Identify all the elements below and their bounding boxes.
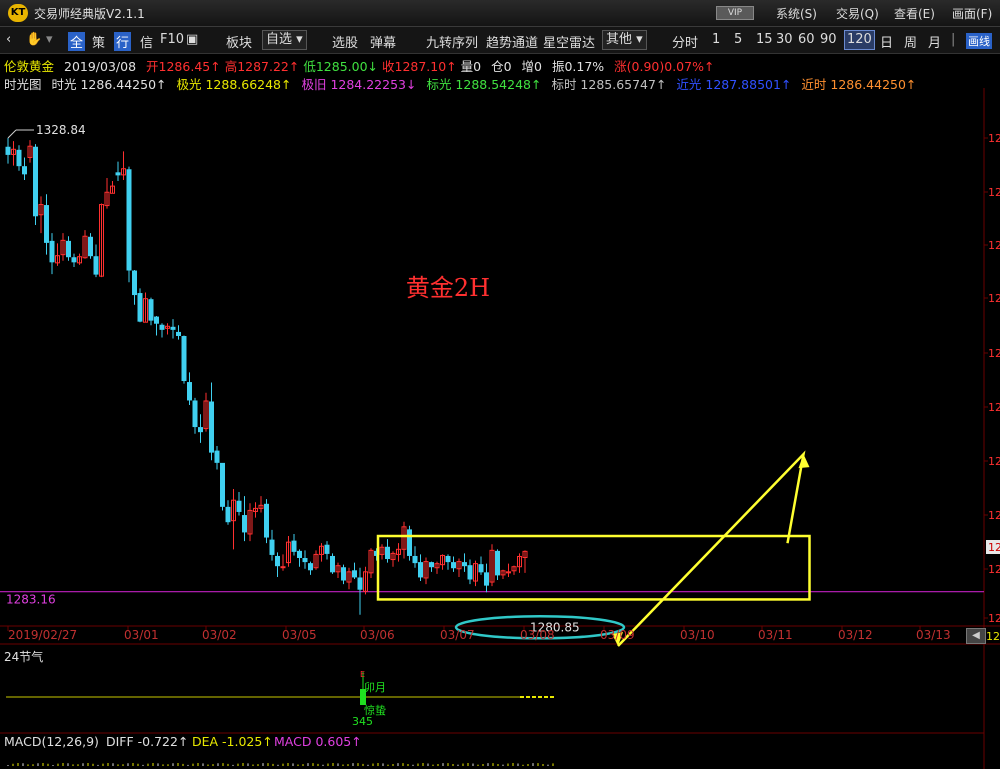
candle-body bbox=[429, 562, 434, 568]
candle-body bbox=[242, 515, 247, 533]
date-label: 03/11 bbox=[758, 628, 793, 642]
candle-body bbox=[192, 400, 198, 428]
date-label: 03/07 bbox=[440, 628, 475, 642]
candle-body bbox=[181, 336, 187, 382]
solar-dots bbox=[526, 696, 530, 698]
candle-body bbox=[115, 172, 121, 176]
date-label: 03/10 bbox=[680, 628, 715, 642]
solar-dots bbox=[544, 696, 548, 698]
candle-body bbox=[66, 240, 71, 258]
macd-diff: DIFF -0.722↑ bbox=[106, 734, 188, 749]
candle-body bbox=[220, 462, 225, 507]
candle-body bbox=[236, 500, 242, 512]
price-tick-label: 12 bbox=[988, 347, 1000, 360]
candle-body bbox=[445, 555, 451, 563]
projection-path bbox=[617, 450, 806, 647]
candle-body bbox=[302, 558, 308, 563]
price-tick-label: 12 bbox=[988, 563, 1000, 576]
candle-body bbox=[418, 562, 423, 578]
date-label: 2019/02/27 bbox=[8, 628, 77, 642]
candle-body bbox=[5, 146, 11, 155]
date-label: 03/06 bbox=[360, 628, 395, 642]
candle-body bbox=[467, 565, 473, 580]
candle-body bbox=[209, 401, 214, 453]
candle-body bbox=[357, 577, 363, 590]
candle-body bbox=[407, 529, 412, 556]
date-label: 03/12 bbox=[838, 628, 873, 642]
max-price-label: 1328.84 bbox=[36, 123, 86, 137]
date-label: 03/01 bbox=[124, 628, 159, 642]
solar-term-month: 卯月 bbox=[364, 681, 386, 694]
candle-body bbox=[148, 299, 154, 321]
price-tick-label: 12 bbox=[988, 455, 1000, 468]
solar-marker-label: E bbox=[360, 670, 365, 679]
last-price-label: 12 bbox=[988, 541, 1000, 554]
price-tick-label: 12 bbox=[988, 132, 1000, 145]
candle-body bbox=[93, 256, 99, 275]
solar-dots bbox=[520, 696, 524, 698]
candle-body bbox=[324, 544, 330, 554]
candle-body bbox=[412, 555, 418, 564]
date-label: 03/09 bbox=[600, 628, 635, 642]
price-tick-label: 12 bbox=[988, 509, 1000, 522]
candle-body bbox=[126, 169, 132, 271]
candle-body bbox=[154, 316, 159, 324]
candle-body bbox=[132, 270, 137, 296]
candle-body bbox=[214, 450, 220, 463]
level-label-1283: 1283.16 bbox=[6, 593, 56, 607]
candle-body bbox=[225, 506, 231, 523]
macd-value: MACD 0.605↑ bbox=[274, 734, 362, 749]
candle-body bbox=[33, 146, 38, 217]
candle-body bbox=[291, 540, 297, 552]
price-tick-label: 12 bbox=[988, 186, 1000, 199]
chart-title: 黄金2H bbox=[406, 274, 490, 302]
price-tick-label: 12 bbox=[988, 612, 1000, 625]
candle-body bbox=[352, 570, 357, 578]
candle-body bbox=[451, 562, 456, 569]
price-chart[interactable]: 1283.161328.841280.85黄金2H121212121212121… bbox=[0, 0, 1000, 769]
date-label: 03/02 bbox=[202, 628, 237, 642]
solar-dots bbox=[538, 696, 542, 698]
macd-name: MACD(12,26,9) bbox=[4, 734, 99, 749]
date-label: 03/05 bbox=[282, 628, 317, 642]
price-tick-label: 12 bbox=[988, 401, 1000, 414]
solar-panel-title: 24节气 bbox=[4, 649, 43, 664]
candle-body bbox=[22, 166, 27, 175]
price-tick-label: 12 bbox=[988, 292, 1000, 305]
candle-body bbox=[88, 236, 93, 257]
candle-body bbox=[187, 382, 192, 401]
candle-body bbox=[275, 555, 280, 567]
candle-body bbox=[44, 205, 49, 243]
candle-body bbox=[71, 257, 77, 263]
candle-body bbox=[264, 503, 269, 538]
solar-dots bbox=[550, 696, 554, 698]
candle-body bbox=[16, 149, 22, 167]
candle-body bbox=[495, 550, 500, 576]
axis-scroll-label: 12 bbox=[986, 630, 1000, 643]
max-pointer bbox=[7, 129, 17, 139]
candle-body bbox=[198, 427, 203, 433]
scroll-right-button[interactable]: ◀ bbox=[966, 628, 986, 644]
candle-body bbox=[341, 567, 346, 581]
solar-dots bbox=[532, 696, 536, 698]
candle-body bbox=[176, 331, 181, 336]
candle-body bbox=[49, 240, 55, 263]
macd-dea: DEA -1.025↑ bbox=[192, 734, 273, 749]
candle-body bbox=[478, 564, 484, 573]
candle-body bbox=[280, 566, 286, 569]
solar-term-number: 345 bbox=[352, 715, 373, 728]
candle-body bbox=[308, 563, 313, 571]
candle-body bbox=[385, 546, 390, 560]
candle-body bbox=[330, 555, 335, 573]
candle-body bbox=[297, 550, 302, 558]
candle-body bbox=[484, 572, 489, 586]
candle-body bbox=[137, 293, 143, 322]
candle-body bbox=[269, 539, 275, 555]
date-label: 03/13 bbox=[916, 628, 951, 642]
date-label: 03/08 bbox=[520, 628, 555, 642]
candle-body bbox=[159, 324, 165, 330]
price-tick-label: 12 bbox=[988, 239, 1000, 252]
candle-body bbox=[462, 562, 467, 567]
candle-body bbox=[170, 326, 176, 330]
